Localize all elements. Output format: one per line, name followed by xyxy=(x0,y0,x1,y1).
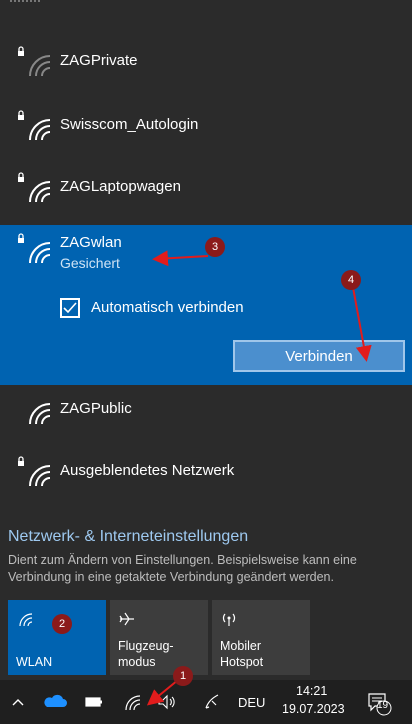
tile-label: Mobiler Hotspot xyxy=(220,639,264,669)
connect-button[interactable]: Verbinden xyxy=(233,340,405,372)
panel-top-edge xyxy=(0,0,412,14)
wifi-secured-icon xyxy=(18,172,51,203)
network-item-zagpublic[interactable]: ZAGPublic xyxy=(0,378,412,440)
taskbar: DEU 19 xyxy=(0,680,412,724)
mobile-hotspot-tile[interactable]: Mobiler Hotspot xyxy=(212,600,310,675)
network-name: ZAGLaptopwagen xyxy=(60,178,181,195)
annotation-marker-3: 3 xyxy=(205,237,225,257)
clock-time[interactable]: 14:21 xyxy=(296,684,327,698)
battery-icon[interactable] xyxy=(84,692,104,712)
network-item-zaglaptopwagen[interactable]: ZAGLaptopwagen xyxy=(0,156,412,218)
onedrive-cloud-icon[interactable] xyxy=(42,692,68,712)
auto-connect-checkbox[interactable] xyxy=(60,298,80,318)
network-settings-link[interactable]: Netzwerk- & Interneteinstellungen xyxy=(8,528,248,546)
network-status: Gesichert xyxy=(60,255,120,271)
annotation-marker-1: 1 xyxy=(173,666,193,686)
wifi-secured-icon xyxy=(18,46,51,77)
wifi-open-icon xyxy=(29,403,51,425)
network-settings-description: Dient zum Ändern von Einstellungen. Beis… xyxy=(8,553,357,584)
annotation-marker-2: 2 xyxy=(52,614,72,634)
hotspot-icon xyxy=(222,613,236,626)
network-item-swisscom[interactable]: Swisscom_Autologin xyxy=(0,94,412,156)
airplane-icon xyxy=(119,612,134,626)
speaker-icon[interactable] xyxy=(156,692,178,712)
checkmark-icon xyxy=(63,302,77,314)
wifi-secured-icon xyxy=(18,456,51,487)
network-item-hidden[interactable]: Ausgeblendetes Netzwerk xyxy=(0,440,412,502)
network-name: ZAGPrivate xyxy=(60,52,138,69)
chevron-up-icon[interactable] xyxy=(10,692,26,712)
tile-label: Flugzeug- modus xyxy=(118,639,174,669)
network-name: ZAGwlan xyxy=(60,234,122,251)
notification-count: 19 xyxy=(377,700,389,711)
wifi-icon xyxy=(19,613,33,627)
network-name: Swisscom_Autologin xyxy=(60,116,199,133)
network-name: ZAGPublic xyxy=(60,400,132,417)
pen-icon[interactable] xyxy=(202,692,222,712)
tile-label: WLAN xyxy=(16,655,53,669)
wifi-secured-icon xyxy=(18,110,51,141)
airplane-mode-tile[interactable]: Flugzeug- modus xyxy=(110,600,208,675)
input-language[interactable]: DEU xyxy=(238,695,265,710)
wifi-tray-icon[interactable] xyxy=(122,692,144,712)
wlan-toggle-tile[interactable]: WLAN xyxy=(8,600,106,675)
network-item-zagprivate[interactable]: ZAGPrivate xyxy=(0,30,412,92)
wifi-secured-icon xyxy=(18,233,51,264)
annotation-marker-4: 4 xyxy=(341,270,361,290)
auto-connect-label[interactable]: Automatisch verbinden xyxy=(91,299,244,316)
clock-date[interactable]: 19.07.2023 xyxy=(282,702,345,716)
network-name: Ausgeblendetes Netzwerk xyxy=(60,462,235,479)
